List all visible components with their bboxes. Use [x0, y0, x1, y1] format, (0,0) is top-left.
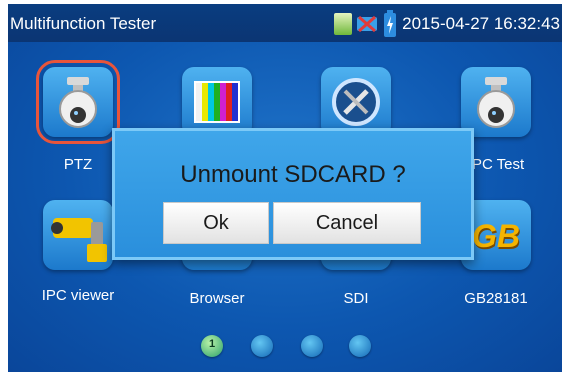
- status-bar: Multifunction Tester 2015-04-27 16:32:43: [8, 4, 562, 42]
- ipc-viewer-icon: [51, 218, 107, 262]
- color-bar-app-tile[interactable]: [182, 67, 252, 137]
- page-dot-3[interactable]: [301, 335, 323, 357]
- datetime-readout: 2015-04-27 16:32:43: [402, 14, 560, 33]
- unmount-dialog: Unmount SDCARD ? Ok Cancel: [112, 128, 474, 260]
- sd-card-icon: [334, 13, 352, 35]
- browser-app-label: Browser: [189, 290, 245, 307]
- page-dot-2[interactable]: [251, 335, 273, 357]
- page-dot-4[interactable]: [349, 335, 371, 357]
- battery-charging-icon: [384, 10, 396, 37]
- tester-screen: Multifunction Tester 2015-04-27 16:32:43…: [8, 4, 562, 372]
- app-title: Multifunction Tester: [10, 14, 157, 33]
- dialog-message: Unmount SDCARD ?: [180, 161, 406, 188]
- ipc-camera-icon: [477, 77, 515, 128]
- ptz-camera-icon: [59, 77, 97, 128]
- page-dot-number: 1: [208, 338, 216, 350]
- ipc-viewer-app-label: IPC viewer: [41, 287, 115, 304]
- ok-button[interactable]: Ok: [163, 202, 269, 244]
- cancel-button[interactable]: Cancel: [273, 202, 421, 244]
- ipc-test-app-tile[interactable]: [461, 67, 531, 137]
- ptz-app-tile[interactable]: [36, 60, 120, 144]
- tools-app-tile[interactable]: [321, 67, 391, 137]
- gb28181-app-label: GB28181: [464, 290, 528, 307]
- page-dot-1[interactable]: 1: [201, 335, 223, 357]
- tools-icon: [332, 78, 380, 126]
- network-disconnected-icon: [357, 15, 377, 33]
- sdi-app-label: SDI: [343, 290, 369, 307]
- ipc-viewer-app-tile[interactable]: [43, 200, 113, 270]
- color-bar-icon: [194, 81, 240, 123]
